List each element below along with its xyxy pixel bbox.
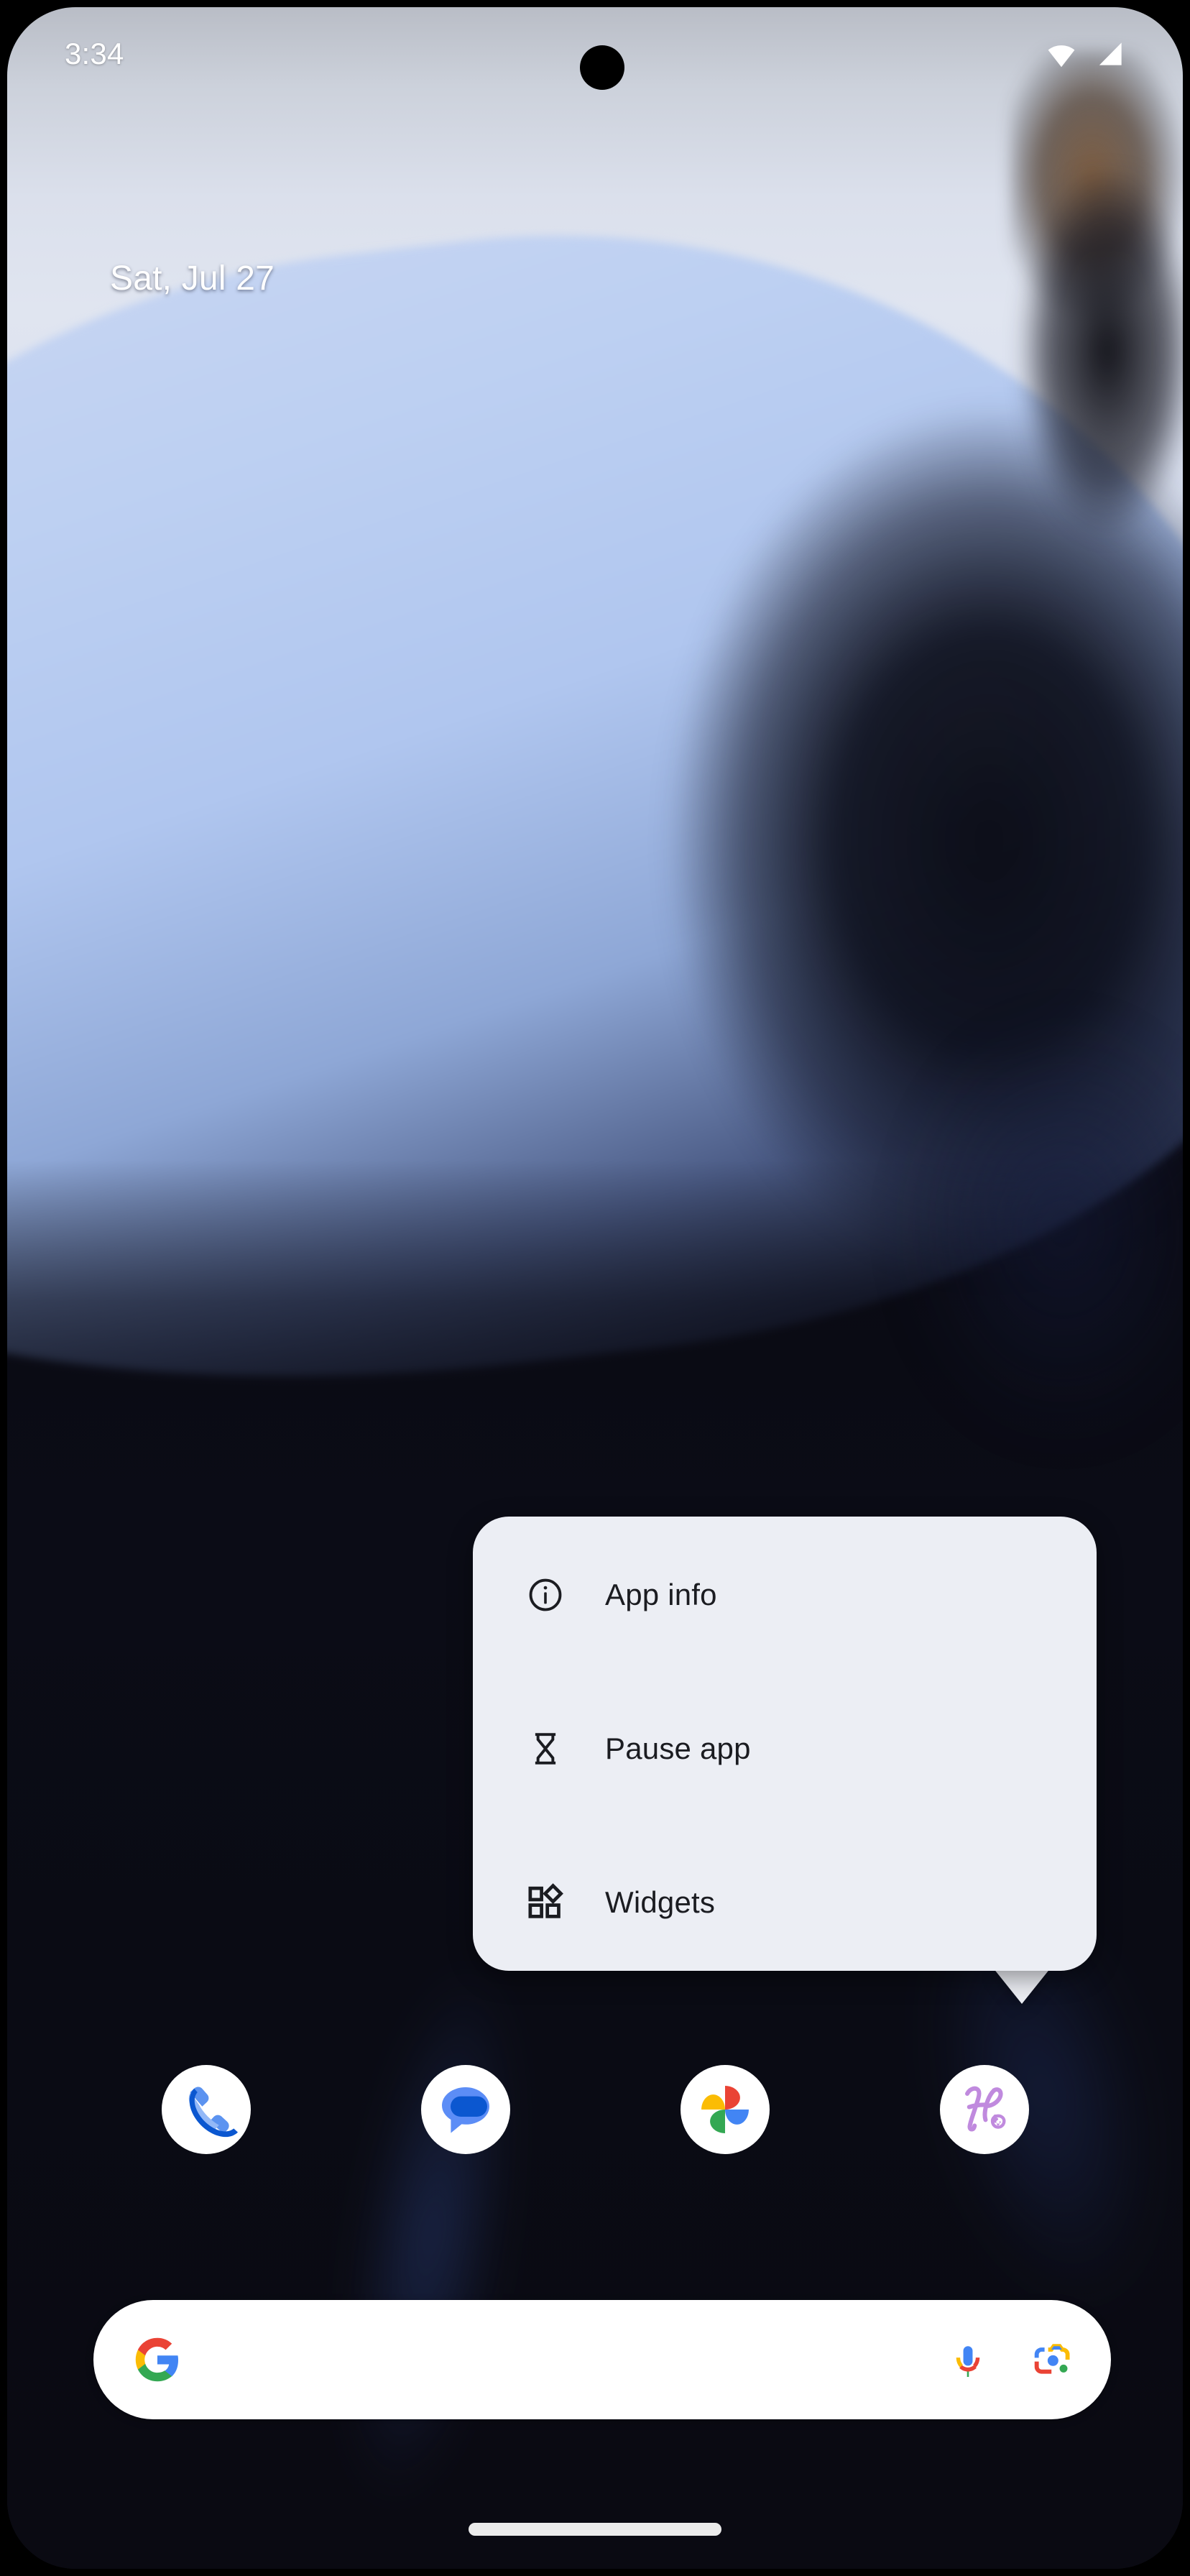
dock-item-phone[interactable] [116, 2065, 296, 2154]
menu-item-label: Pause app [605, 1731, 751, 1765]
wifi-icon [1045, 37, 1078, 70]
google-search-bar[interactable] [93, 2300, 1111, 2419]
dock-item-photos[interactable] [635, 2065, 815, 2154]
speech-bubble-icon [441, 2087, 489, 2133]
google-g-icon [134, 2336, 181, 2383]
microphone-icon[interactable] [946, 2337, 990, 2382]
pinwheel-icon [701, 2086, 749, 2133]
phone-handset-icon [188, 2087, 238, 2138]
status-bar-clock: 3:34 [65, 37, 124, 70]
script-h-cat-icon [964, 2086, 1005, 2132]
date-widget[interactable]: Sat, Jul 27 [110, 259, 275, 298]
menu-item-pause-app[interactable]: Pause app [473, 1673, 1097, 1824]
wallpaper-rock-shadow [989, 172, 1183, 618]
menu-item-label: App info [605, 1578, 717, 1611]
habitica-app-icon [939, 2065, 1029, 2154]
phone-screen: 3:34 Sat, Jul 27 App info Pause app Widg… [7, 7, 1183, 2569]
photos-app-icon [680, 2065, 770, 2154]
hourglass-icon [525, 1728, 566, 1770]
info-circle-icon [525, 1574, 566, 1616]
search-input[interactable] [200, 2343, 946, 2376]
menu-item-label: Widgets [605, 1885, 716, 1919]
status-bar-icons [1045, 37, 1127, 70]
home-gesture-pill[interactable] [469, 2523, 721, 2536]
cellular-signal-icon [1095, 38, 1127, 70]
menu-item-app-info[interactable]: App info [473, 1519, 1097, 1670]
phone-device: 3:34 Sat, Jul 27 App info Pause app Widg… [0, 0, 1190, 2576]
dock-item-messages[interactable] [376, 2065, 555, 2154]
dock-item-habitica[interactable] [895, 2065, 1074, 2154]
menu-item-widgets[interactable]: Widgets [473, 1827, 1097, 1978]
dock [7, 2020, 1183, 2199]
wallpaper-nebula-mid [762, 906, 1183, 1552]
google-lens-icon[interactable] [1028, 2337, 1074, 2383]
phone-app-icon [161, 2065, 251, 2154]
widgets-icon [525, 1882, 566, 1923]
camera-punch-hole [580, 45, 624, 90]
messages-app-icon [420, 2065, 510, 2154]
popup-menu: App info Pause app Widgets [473, 1517, 1097, 1971]
